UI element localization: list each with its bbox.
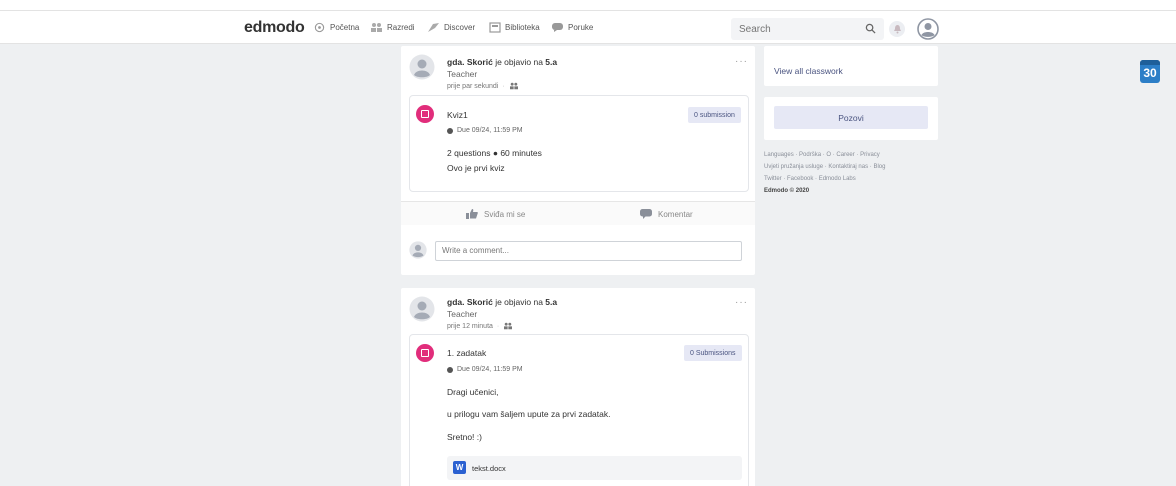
author-avatar-icon[interactable] [409,54,435,80]
meta-separator: · [502,82,505,90]
nav-library[interactable]: Biblioteka [488,22,540,33]
post-verb: je objavio na [492,297,546,307]
notifications-button[interactable] [889,21,905,37]
footer-link-contact[interactable]: Kontaktiraj nas [828,164,868,170]
post-actions: Sviđa mi se Komentar [401,201,755,225]
thumbs-up-icon [466,209,478,219]
nav-home-label: Početna [330,23,360,32]
quiz-icon [416,105,434,123]
footer-link-terms[interactable]: Uvjeti pružanja usluge [764,164,823,170]
footer-link-labs[interactable]: Edmodo Labs [819,176,856,182]
footer-link-blog[interactable]: Blog [873,164,885,170]
footer-link-about[interactable]: O [826,152,831,158]
like-button[interactable]: Sviđa mi se [466,209,525,219]
group-name[interactable]: 5.a [545,57,557,67]
group-name[interactable]: 5.a [545,297,557,307]
commenter-avatar-icon [409,241,427,259]
author-name[interactable]: gda. Skorić [447,297,493,307]
attachment-file[interactable]: W tekst.docx [447,456,742,480]
edmodo-logo[interactable]: edmodo [244,19,305,37]
bell-icon [893,25,901,34]
home-icon [313,22,326,33]
nav-discover[interactable]: Discover [427,22,475,33]
due-date: Due 09/24, 11:59 PM [447,127,523,134]
nav-messages[interactable]: Poruke [551,22,593,33]
nav-home[interactable]: Početna [313,22,359,33]
footer-links-row-2: Uvjeti pružanja usluge · Kontaktiraj nas… [764,164,886,170]
search-input[interactable] [731,18,851,40]
clock-icon [447,127,453,134]
discover-icon [427,22,440,33]
footer-links-row-3: Twitter · Facebook · Edmodo Labs [764,176,856,182]
invite-button[interactable]: Pozovi [774,106,928,129]
footer-link-privacy[interactable]: Privacy [860,152,880,158]
user-avatar-icon[interactable] [917,18,939,40]
post-meta: prije 12 minuta · [447,322,513,330]
due-text: Due 09/24, 11:59 PM [457,366,523,373]
assignment-line-2: u prilogu vam šaljem upute za prvi zadat… [447,409,611,419]
nav-library-label: Biblioteka [505,23,540,32]
post-options-icon[interactable]: ··· [735,56,748,67]
copyright: Edmodo © 2020 [764,188,810,194]
classes-icon [370,22,383,33]
post-meta: prije par sekundi · [447,82,519,90]
view-all-classwork-link[interactable]: View all classwork [774,66,843,76]
footer-link-facebook[interactable]: Facebook [787,176,813,182]
quiz-title[interactable]: Kviz1 [447,110,468,120]
group-visibility-icon [509,82,518,90]
comment-input[interactable]: Write a comment... [435,241,742,261]
submission-count-button[interactable]: 0 Submissions [684,345,742,361]
nav-discover-label: Discover [444,23,476,32]
author-role: Teacher [447,69,478,79]
top-navbar: edmodo Početna Razredi Discover Bibliote… [0,10,1176,44]
comment-label: Komentar [658,209,693,219]
assignment-line-3: Sretno! :) [447,432,482,442]
quiz-details: 2 questions ● 60 minutes [447,148,542,158]
post-time[interactable]: prije par sekundi [447,83,498,90]
footer-links-row-1: Languages · Podrška · O · Career · Priva… [764,152,880,158]
calendar-icon[interactable]: 30 [1140,60,1160,83]
author-name[interactable]: gda. Skorić [447,57,493,67]
post-author-line: gda. Skorić je objavio na 5.a [447,297,557,307]
footer-link-twitter[interactable]: Twitter [764,176,782,182]
submission-count-button[interactable]: 0 submission [688,107,741,123]
messages-icon [551,22,564,33]
clock-icon [447,366,453,373]
author-avatar-icon[interactable] [409,296,435,322]
author-role: Teacher [447,309,478,319]
nav-classes-label: Razredi [387,23,415,32]
post-options-icon[interactable]: ··· [735,297,748,308]
search-icon[interactable] [865,23,876,34]
attachment-name[interactable]: tekst.docx [472,464,506,473]
classwork-card: View all classwork [764,46,938,86]
post-verb: je objavio na [492,57,546,67]
footer-link-languages[interactable]: Languages [764,152,794,158]
quiz-description: Ovo je prvi kviz [447,163,505,173]
search-box [731,18,884,40]
group-visibility-icon [504,322,513,330]
nav-messages-label: Poruke [568,23,594,32]
like-label: Sviđa mi se [484,209,526,219]
post-author-line: gda. Skorić je objavio na 5.a [447,57,557,67]
footer-link-career[interactable]: Career [836,152,854,158]
post-time[interactable]: prije 12 minuta [447,323,493,330]
meta-separator: · [496,322,500,330]
library-icon [488,22,501,33]
comment-icon [640,209,652,219]
assignment-line-1: Dragi učenici, [447,387,499,397]
top-strip [0,0,1176,10]
comment-button[interactable]: Komentar [640,209,693,219]
word-document-icon: W [453,461,466,474]
due-date: Due 09/24, 11:59 PM [447,366,523,373]
footer-link-support[interactable]: Podrška [799,152,821,158]
assignment-icon [416,344,434,362]
assignment-title[interactable]: 1. zadatak [447,348,486,358]
due-text: Due 09/24, 11:59 PM [457,127,523,134]
nav-classes[interactable]: Razredi [370,22,415,33]
invite-card: Pozovi [764,97,938,140]
calendar-day: 30 [1143,66,1157,80]
